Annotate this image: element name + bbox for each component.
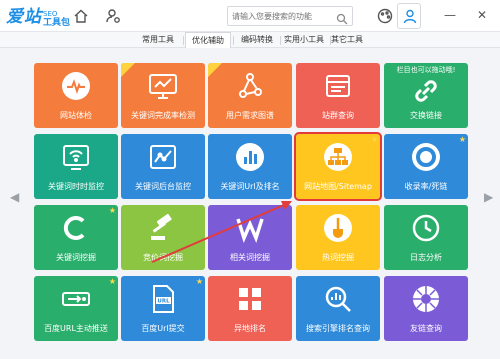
grid-icon [234, 283, 266, 315]
tab-common-tools[interactable]: 常用工具 [135, 33, 181, 47]
svg-text:URL: URL [157, 299, 170, 305]
minimize-button[interactable]: — [443, 6, 457, 24]
tile-label: 百度Url提交 [141, 324, 185, 333]
chain-link-icon [410, 75, 442, 107]
tile-label: 交换链接 [410, 111, 442, 120]
tile-label: 日志分析 [410, 253, 442, 262]
prev-page-arrow[interactable]: ◀ [10, 190, 19, 204]
url-doc-icon: URL [147, 283, 179, 315]
user-settings-icon[interactable] [104, 7, 122, 25]
title-bar: 爱站 SEO 工具包 — ✕ [0, 0, 500, 32]
tile-friend-link-query[interactable]: 友链查询 [384, 276, 468, 341]
star-badge: ★ [195, 277, 203, 286]
tile-label: 相关词挖掘 [230, 253, 270, 262]
tile-label: 站群查询 [322, 111, 354, 120]
tile-exchange-links[interactable]: 栏目也可以拖动哦! 交换链接 [384, 63, 468, 128]
tile-label: 友链查询 [410, 324, 442, 333]
tile-remote-ranking[interactable]: 异地排名 [208, 276, 292, 341]
tile-note: 栏目也可以拖动哦! [396, 66, 456, 74]
tile-label: 关键词完成率检测 [131, 111, 195, 120]
new-badge [208, 63, 222, 77]
tab-optimization[interactable]: 优化辅助 [185, 32, 231, 48]
tile-keyword-mining[interactable]: ★ 关键词挖掘 [34, 205, 118, 270]
user-button[interactable] [397, 3, 421, 29]
tile-index-rate-deadlinks[interactable]: ★ 收录率/死链 [384, 134, 468, 199]
tile-label: 关键词Url及排名 [220, 182, 280, 191]
tile-hot-word-mining[interactable]: 热词挖掘 [296, 205, 380, 270]
tile-label: 收录率/死链 [404, 182, 448, 191]
tile-label: 用户需求图谱 [226, 111, 274, 120]
letter-c-icon [60, 212, 92, 244]
tile-keyword-background-monitor[interactable]: 关键词后台监控 [121, 134, 205, 199]
tile-site-group-query[interactable]: 站群查询 [296, 63, 380, 128]
tile-bid-word-mining[interactable]: 竞价词挖掘 [121, 205, 205, 270]
shovel-icon [322, 212, 354, 244]
tile-label: 网站地图/Sitemap [304, 182, 372, 191]
letter-w-icon [234, 212, 266, 244]
tab-other-tools[interactable]: 其它工具 [325, 33, 369, 47]
tile-keyword-url-ranking[interactable]: 关键词Url及排名 [208, 134, 292, 199]
home-icon[interactable] [72, 7, 90, 25]
heart-monitor-icon [60, 70, 92, 102]
tile-related-word-mining[interactable]: 相关词挖掘 [208, 205, 292, 270]
aperture-icon [410, 283, 442, 315]
star-badge: ★ [370, 135, 378, 144]
new-badge [121, 63, 135, 77]
tile-baidu-url-push[interactable]: ★ 百度URL主动推送 [34, 276, 118, 341]
tile-search-engine-ranking[interactable]: 搜索引擎排名查询 [296, 276, 380, 341]
next-page-arrow[interactable]: ▶ [484, 190, 493, 204]
tile-user-demand-graph[interactable]: 用户需求图谱 [208, 63, 292, 128]
tile-site-checkup[interactable]: 网站体检 [34, 63, 118, 128]
monitor-chart-icon [147, 70, 179, 102]
star-badge: ★ [458, 135, 466, 144]
logo-sub-text: 工具包 [43, 18, 71, 28]
tile-label: 关键词时时监控 [48, 182, 104, 191]
url-push-icon [60, 283, 92, 315]
tile-sitemap[interactable]: ★ 网站地图/Sitemap [294, 132, 382, 201]
user-icon [403, 9, 417, 24]
tab-encoding[interactable]: 编码转换 [235, 33, 279, 47]
tile-label: 网站体检 [60, 111, 92, 120]
wifi-screen-icon [60, 141, 92, 173]
search-icon[interactable] [336, 10, 348, 25]
tile-label: 竞价词挖掘 [143, 253, 183, 262]
tile-baidu-url-submit[interactable]: ★ URL 百度Url提交 [121, 276, 205, 341]
star-badge: ★ [108, 206, 116, 215]
logo-main-text: 爱站 [6, 7, 42, 27]
site-stack-icon [322, 70, 354, 102]
ring-icon [410, 141, 442, 173]
tile-label: 搜索引擎排名查询 [306, 324, 370, 333]
sitemap-icon [322, 141, 354, 173]
tile-label: 热词挖掘 [322, 253, 354, 262]
gavel-icon [147, 212, 179, 244]
clock-icon [410, 212, 442, 244]
tile-label: 异地排名 [234, 324, 266, 333]
skin-icon[interactable] [376, 7, 394, 25]
tile-keyword-realtime-monitor[interactable]: 关键词时时监控 [34, 134, 118, 199]
tile-label: 关键词挖掘 [56, 253, 96, 262]
tile-label: 百度URL主动推送 [44, 324, 108, 333]
bar-chart-icon [234, 141, 266, 173]
tab-utilities[interactable]: 实用小工具 [276, 33, 332, 47]
search-chart-icon [322, 283, 354, 315]
close-button[interactable]: ✕ [475, 6, 489, 24]
tile-log-analysis[interactable]: 日志分析 [384, 205, 468, 270]
tab-divider [183, 36, 184, 45]
network-graph-icon [234, 70, 266, 102]
tab-bar: 常用工具 优化辅助 编码转换 实用小工具 其它工具 [0, 32, 500, 48]
tile-keyword-completion[interactable]: 关键词完成率检测 [121, 63, 205, 128]
tab-divider [233, 36, 234, 45]
search-input[interactable] [232, 8, 332, 24]
tile-label: 关键词后台监控 [135, 182, 191, 191]
trend-chart-icon [147, 141, 179, 173]
app-logo: 爱站 SEO 工具包 [6, 4, 70, 28]
star-badge: ★ [108, 277, 116, 286]
search-box[interactable] [227, 6, 353, 26]
